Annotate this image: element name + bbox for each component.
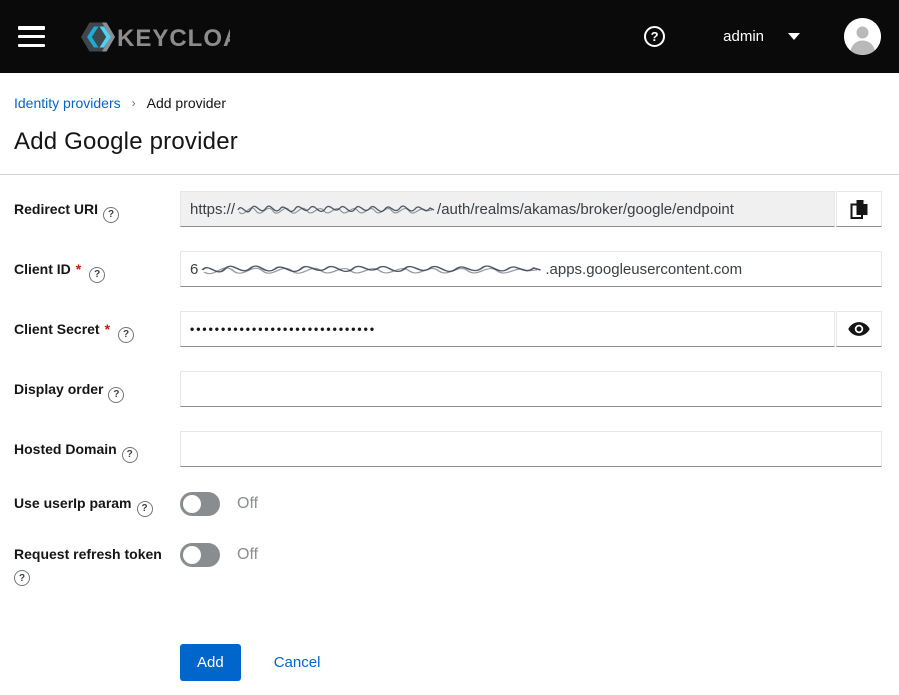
add-button[interactable]: Add — [180, 644, 241, 681]
client-id-help-icon[interactable]: ? — [89, 267, 105, 283]
request-refresh-token-help-icon[interactable]: ? — [14, 570, 30, 586]
hosted-domain-label-text: Hosted Domain — [14, 441, 117, 457]
person-icon — [844, 18, 881, 55]
keycloak-logo[interactable]: KEYCLOAK — [72, 19, 230, 55]
display-order-row: Display order? — [14, 371, 882, 407]
copy-icon — [850, 199, 869, 220]
client-id-label-text: Client ID — [14, 261, 71, 277]
required-marker: * — [105, 321, 110, 337]
user-dropdown[interactable]: admin — [723, 28, 800, 45]
client-secret-row: Client Secret *? ••••••••••••••••••••••••… — [14, 311, 882, 347]
header-right-group: ? admin — [644, 18, 881, 55]
client-secret-label-text: Client Secret — [14, 321, 100, 337]
app-header: KEYCLOAK ? admin — [0, 0, 899, 73]
redirect-uri-field[interactable]: https:// /auth/realms/akamas/broker/goog… — [180, 191, 835, 227]
breadcrumb-identity-providers-link[interactable]: Identity providers — [14, 95, 121, 111]
add-google-provider-form: Redirect URI? https:// /auth/realms/akam… — [0, 175, 899, 681]
request-refresh-token-label-text: Request refresh token — [14, 546, 162, 562]
use-userip-label: Use userIp param? — [14, 491, 180, 517]
client-secret-field[interactable]: •••••••••••••••••••••••••••••• — [180, 311, 835, 347]
chevron-down-icon — [788, 33, 800, 40]
use-userip-help-icon[interactable]: ? — [137, 501, 153, 517]
request-refresh-token-row: Request refresh token ? Off — [14, 542, 882, 587]
client-secret-masked-value: •••••••••••••••••••••••••••••• — [190, 322, 376, 336]
request-refresh-token-state: Off — [237, 546, 258, 564]
request-refresh-token-toggle[interactable] — [180, 543, 220, 567]
client-id-row: Client ID *? 6 .apps.googleusercontent.co… — [14, 251, 882, 287]
required-marker: * — [76, 261, 81, 277]
display-order-input[interactable] — [180, 371, 882, 407]
breadcrumb-current: Add provider — [147, 95, 226, 111]
show-secret-button[interactable] — [836, 311, 882, 347]
client-id-prefix: 6 — [190, 261, 198, 278]
form-actions: Add Cancel — [14, 644, 882, 681]
avatar[interactable] — [844, 18, 881, 55]
use-userip-toggle[interactable] — [180, 492, 220, 516]
display-order-label-text: Display order — [14, 381, 103, 397]
redacted-scribble — [199, 259, 544, 279]
use-userip-label-text: Use userIp param — [14, 495, 132, 511]
client-secret-label: Client Secret *? — [14, 311, 180, 343]
client-secret-help-icon[interactable]: ? — [118, 327, 134, 343]
use-userip-state: Off — [237, 495, 258, 513]
hosted-domain-row: Hosted Domain? — [14, 431, 882, 467]
username-label: admin — [723, 28, 764, 45]
hosted-domain-label: Hosted Domain? — [14, 431, 180, 463]
client-id-suffix: .apps.googleusercontent.com — [545, 261, 742, 278]
display-order-help-icon[interactable]: ? — [108, 387, 124, 403]
hosted-domain-help-icon[interactable]: ? — [122, 447, 138, 463]
redirect-uri-suffix: /auth/realms/akamas/broker/google/endpoi… — [437, 201, 734, 218]
eye-icon — [848, 321, 870, 337]
redirect-uri-help-icon[interactable]: ? — [103, 207, 119, 223]
hamburger-menu-icon[interactable] — [18, 26, 45, 47]
redirect-uri-label-text: Redirect URI — [14, 201, 98, 217]
help-icon[interactable]: ? — [644, 26, 665, 47]
redirect-uri-row: Redirect URI? https:// /auth/realms/akam… — [14, 191, 882, 227]
svg-text:KEYCLOAK: KEYCLOAK — [117, 25, 230, 52]
keycloak-logo-icon: KEYCLOAK — [72, 19, 230, 55]
redirect-uri-label: Redirect URI? — [14, 191, 180, 223]
redacted-scribble — [236, 199, 436, 219]
client-id-field[interactable]: 6 .apps.googleusercontent.com — [180, 251, 882, 287]
page-title: Add Google provider — [14, 128, 899, 156]
hosted-domain-input[interactable] — [180, 431, 882, 467]
display-order-label: Display order? — [14, 371, 180, 403]
request-refresh-token-label: Request refresh token ? — [14, 542, 180, 587]
breadcrumb: Identity providers › Add provider — [0, 73, 899, 111]
redirect-uri-prefix: https:// — [190, 201, 235, 218]
client-id-label: Client ID *? — [14, 251, 180, 283]
copy-button[interactable] — [836, 191, 882, 227]
use-userip-row: Use userIp param? Off — [14, 491, 882, 517]
cancel-button[interactable]: Cancel — [274, 654, 321, 671]
breadcrumb-separator-icon: › — [132, 96, 136, 110]
